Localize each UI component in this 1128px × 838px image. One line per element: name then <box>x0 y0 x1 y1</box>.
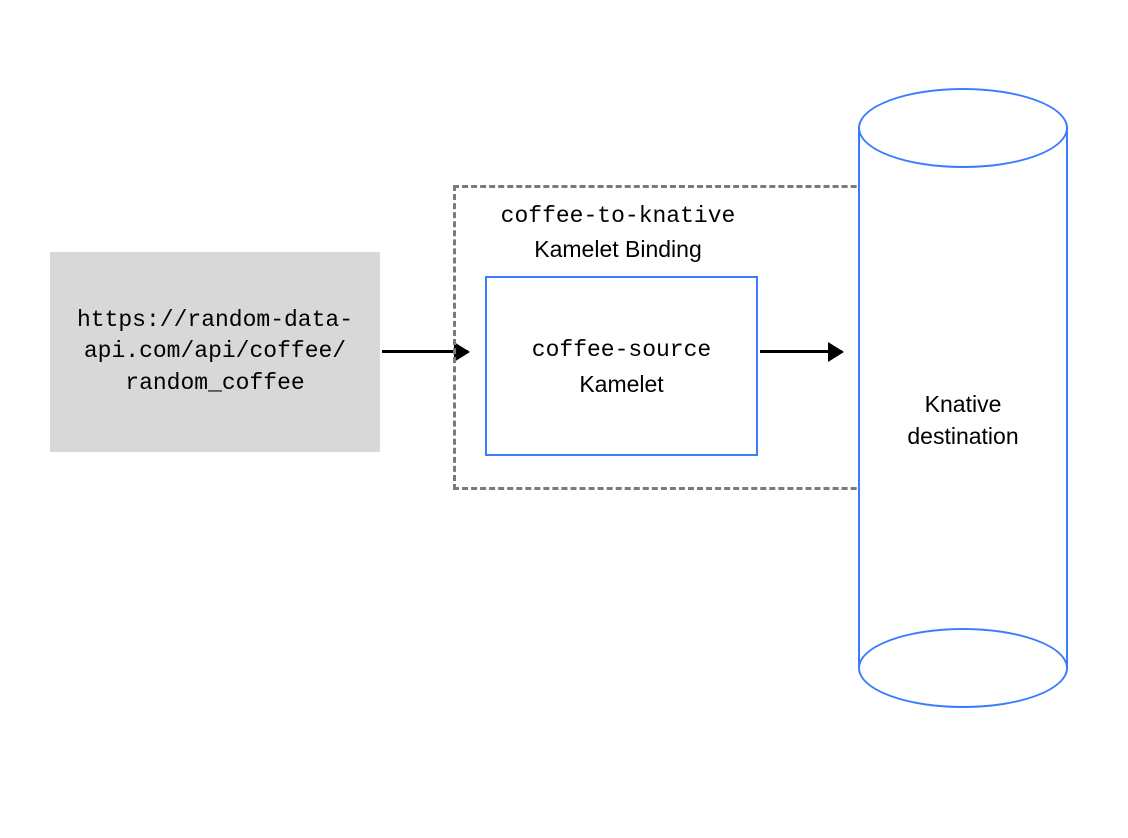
binding-name: coffee-to-knative <box>453 200 783 232</box>
cylinder-top <box>858 88 1068 168</box>
destination-label: Knative destination <box>858 388 1068 452</box>
diagram-canvas: https://random-data- api.com/api/coffee/… <box>0 0 1128 838</box>
destination-line1: Knative <box>925 391 1002 417</box>
kamelet-box: coffee-source Kamelet <box>485 276 758 456</box>
destination-line2: destination <box>907 423 1018 449</box>
source-url: https://random-data- api.com/api/coffee/… <box>77 305 353 398</box>
source-url-line3: random_coffee <box>125 370 304 396</box>
source-box: https://random-data- api.com/api/coffee/… <box>50 252 380 452</box>
source-url-line2: api.com/api/coffee/ <box>84 338 346 364</box>
kamelet-name: coffee-source <box>532 334 711 366</box>
binding-header: coffee-to-knative Kamelet Binding <box>453 200 783 263</box>
binding-type-label: Kamelet Binding <box>453 236 783 263</box>
knative-destination-cylinder: Knative destination <box>858 88 1068 708</box>
arrow-kamelet-to-destination <box>760 350 842 353</box>
source-url-line1: https://random-data- <box>77 307 353 333</box>
cylinder-bottom <box>858 628 1068 708</box>
kamelet-type-label: Kamelet <box>579 371 663 398</box>
